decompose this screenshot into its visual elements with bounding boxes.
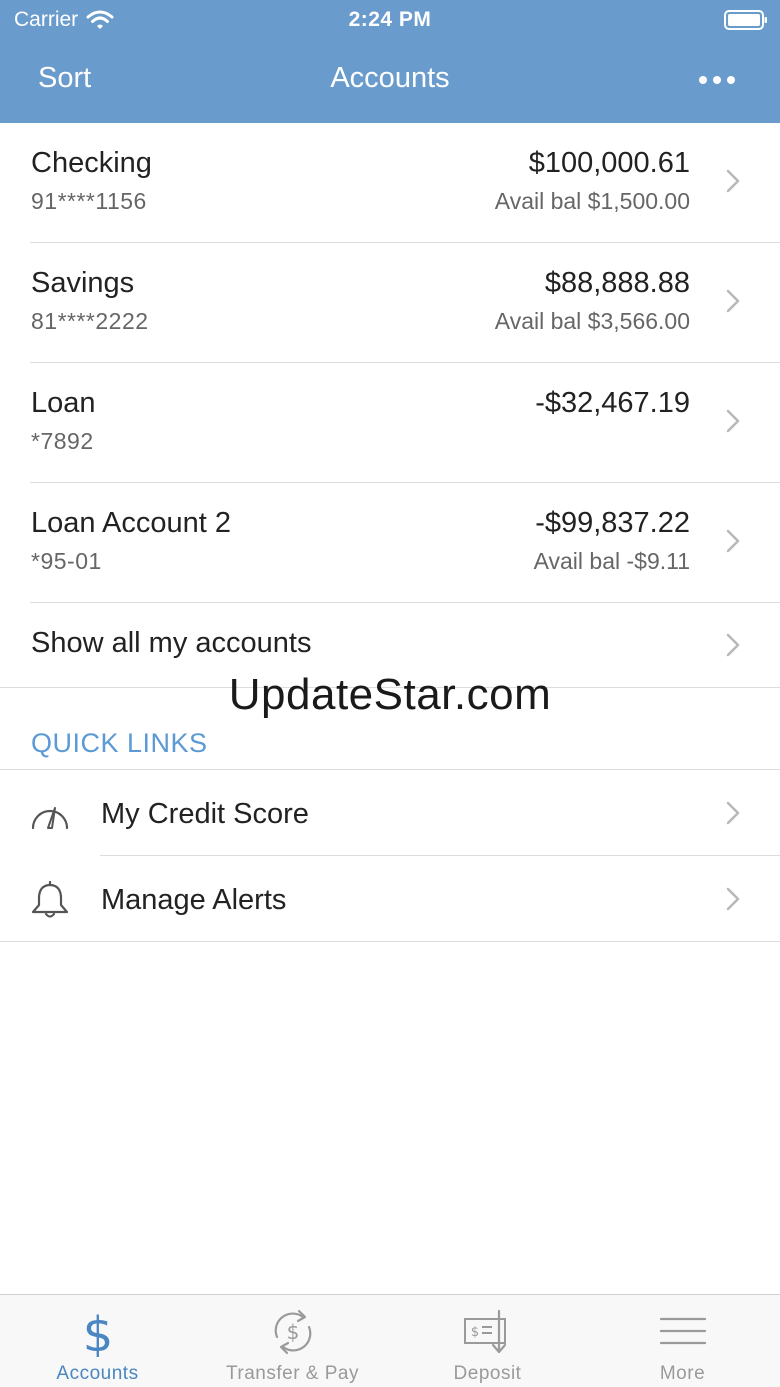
tab-deposit[interactable]: $ Deposit (390, 1295, 585, 1387)
account-name: Savings (31, 267, 135, 299)
status-time: 2:24 PM (348, 8, 432, 31)
dollar-icon: $ (82, 1307, 113, 1357)
chevron-right-icon (726, 633, 740, 657)
watermark-text: UpdateStar.com (228, 670, 552, 719)
account-row-loan-account-2[interactable]: Loan Account 2 *95-01 -$99,837.22 Avail … (30, 483, 780, 603)
tab-label: More (659, 1363, 706, 1384)
account-row-loan[interactable]: Loan *7892 -$32,467.19 (30, 363, 780, 483)
chevron-right-icon (726, 887, 740, 911)
quick-links-header: QUICK LINKS (31, 728, 208, 758)
account-name: Checking (31, 147, 152, 179)
account-row-checking[interactable]: Checking 91****1156 $100,000.61 Avail ba… (30, 123, 780, 243)
menu-icon (659, 1317, 706, 1345)
tab-bar: $ Accounts $ Transfer & Pay $ Deposit Mo… (0, 1294, 780, 1387)
quick-link-credit-score[interactable]: My Credit Score (0, 770, 780, 856)
account-number: 91****1156 (31, 188, 147, 214)
account-balance: $88,888.88 (544, 267, 690, 299)
account-balance: -$99,837.22 (535, 507, 690, 539)
bell-icon (31, 880, 69, 918)
account-number: 81****2222 (31, 308, 149, 334)
tab-more[interactable]: More (585, 1295, 780, 1387)
svg-text:$: $ (286, 1320, 299, 1344)
quick-link-label: My Credit Score (101, 798, 309, 830)
svg-text:$: $ (82, 1307, 113, 1357)
quick-links-list: My Credit Score Manage Alerts (0, 769, 780, 942)
account-name: Loan (31, 387, 96, 419)
account-row-savings[interactable]: Savings 81****2222 $88,888.88 Avail bal … (30, 243, 780, 363)
transfer-icon: $ (274, 1309, 311, 1355)
available-balance: Avail bal $1,500.00 (494, 188, 690, 214)
tab-transfer-pay[interactable]: $ Transfer & Pay (195, 1295, 390, 1387)
chevron-right-icon (726, 529, 740, 553)
account-number: *7892 (31, 428, 94, 454)
chevron-right-icon (726, 169, 740, 193)
page-title: Accounts (330, 62, 450, 94)
tab-label: Deposit (453, 1363, 522, 1384)
check-deposit-icon: $ (463, 1309, 506, 1354)
chevron-right-icon (726, 289, 740, 313)
chevron-right-icon (726, 409, 740, 433)
gauge-icon (31, 807, 69, 830)
quick-link-manage-alerts[interactable]: Manage Alerts (0, 856, 780, 942)
tab-accounts[interactable]: $ Accounts (0, 1295, 195, 1387)
app-header: Carrier 2:24 PM Sort Accounts (0, 0, 780, 123)
available-balance: Avail bal -$9.11 (533, 548, 690, 574)
battery-icon (724, 10, 767, 30)
tab-label: Accounts (56, 1363, 139, 1384)
account-number: *95-01 (31, 548, 102, 574)
account-name: Loan Account 2 (31, 507, 231, 539)
available-balance: Avail bal $3,566.00 (494, 308, 690, 334)
svg-text:$: $ (470, 1325, 478, 1340)
chevron-right-icon (726, 801, 740, 825)
account-balance: -$32,467.19 (535, 387, 690, 419)
account-list: Checking 91****1156 $100,000.61 Avail ba… (0, 123, 780, 603)
quick-link-label: Manage Alerts (101, 884, 287, 916)
ellipsis-icon[interactable] (698, 70, 736, 90)
tab-label: Transfer & Pay (225, 1363, 359, 1384)
nav-bar: Sort Accounts (0, 40, 780, 123)
status-bar: Carrier 2:24 PM (0, 0, 780, 40)
account-balance: $100,000.61 (528, 147, 690, 179)
show-all-accounts-label: Show all my accounts (31, 627, 312, 659)
